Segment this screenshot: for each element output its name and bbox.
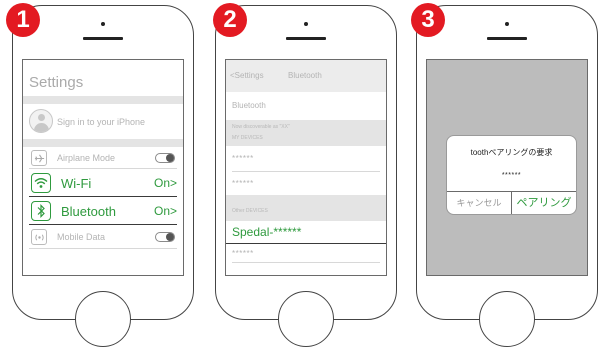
bluetooth-row[interactable]: Bluetooth On> — [23, 197, 183, 225]
section-separator — [23, 96, 183, 104]
airplane-mode-row: Airplane Mode — [23, 147, 183, 169]
bluetooth-toggle-label: Bluetooth — [232, 101, 266, 110]
other-devices-header: Other DEVICES — [232, 208, 268, 214]
mobile-data-row: Mobile Data — [23, 225, 183, 249]
front-camera — [101, 22, 105, 26]
discoverable-text: Now discoverable as "XX" — [232, 124, 290, 130]
settings-screen: Settings Sign in to your iPhone Airplane… — [22, 59, 184, 276]
front-camera — [304, 22, 308, 26]
other-device-item[interactable]: ****** — [232, 249, 254, 258]
front-camera — [505, 22, 509, 26]
my-device-item[interactable]: ****** — [232, 154, 254, 163]
bluetooth-status: On> — [153, 204, 177, 218]
mobile-data-label: Mobile Data — [57, 232, 106, 242]
airplane-mode-label: Airplane Mode — [57, 153, 116, 163]
airplane-icon — [31, 150, 47, 166]
dialog-title: toothペアリングの要求 — [470, 148, 553, 157]
cancel-button[interactable]: キャンセル — [447, 192, 512, 214]
home-button — [278, 291, 334, 347]
bluetooth-label: Bluetooth — [61, 204, 116, 219]
pair-button[interactable]: ペアリング — [512, 192, 576, 214]
antenna-icon — [31, 229, 47, 245]
wifi-status: On> — [153, 176, 177, 190]
airplane-mode-toggle[interactable] — [155, 153, 175, 163]
wifi-label: Wi-Fi — [61, 176, 92, 191]
speaker-grille — [83, 37, 123, 40]
phone-settings: Settings Sign in to your iPhone Airplane… — [12, 5, 194, 347]
nav-bar: <Settings Bluetooth — [226, 60, 386, 92]
wifi-row[interactable]: Wi-Fi On> — [23, 169, 183, 197]
page-title: Settings — [29, 74, 84, 91]
speaker-grille — [487, 37, 527, 40]
wifi-icon — [31, 173, 51, 193]
home-button — [479, 291, 535, 347]
phone-bluetooth: <Settings Bluetooth Bluetooth Now discov… — [215, 5, 397, 347]
back-button[interactable]: <Settings — [230, 71, 264, 80]
bluetooth-icon — [31, 201, 51, 221]
speaker-grille — [286, 37, 326, 40]
sign-in-row[interactable]: Sign in to your iPhone — [23, 104, 183, 139]
avatar — [29, 109, 53, 133]
dialog-code: ****** — [501, 172, 522, 179]
pairing-screen: toothペアリングの要求 ****** キャンセル ペアリング — [426, 59, 588, 276]
section-separator — [23, 139, 183, 147]
pairing-dialog: toothペアリングの要求 ****** キャンセル ペアリング — [446, 135, 577, 215]
my-device-item[interactable]: ****** — [232, 179, 254, 188]
home-button — [75, 291, 131, 347]
step-badge-1: 1 — [6, 3, 40, 37]
dialog-buttons: キャンセル ペアリング — [447, 191, 576, 214]
step-badge-3: 3 — [411, 3, 445, 37]
nav-title: Bluetooth — [288, 71, 322, 80]
my-devices-header: MY DEVICES — [232, 135, 263, 141]
spedal-device-item[interactable]: Spedal-****** — [232, 225, 301, 239]
sign-in-label: Sign in to your iPhone — [57, 117, 146, 127]
mobile-data-toggle[interactable] — [155, 232, 175, 242]
bluetooth-screen: <Settings Bluetooth Bluetooth Now discov… — [225, 59, 387, 276]
phone-pairing: toothペアリングの要求 ****** キャンセル ペアリング — [416, 5, 598, 347]
step-badge-2: 2 — [213, 3, 247, 37]
